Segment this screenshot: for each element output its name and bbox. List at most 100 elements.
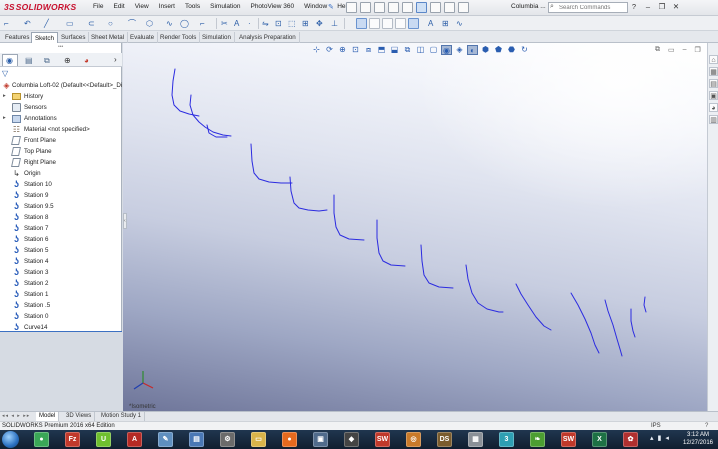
menu-view[interactable]: View bbox=[130, 3, 154, 10]
expand-arrow-icon[interactable]: ▸ bbox=[3, 91, 6, 102]
offset-icon[interactable]: ⊡ bbox=[275, 18, 282, 29]
tree-item-right-plane[interactable]: Right Plane bbox=[0, 157, 122, 168]
spline-icon[interactable]: ∿ bbox=[166, 18, 173, 29]
calculator-icon[interactable]: ▦ bbox=[468, 432, 483, 447]
unity-icon[interactable]: ◆ bbox=[344, 432, 359, 447]
tab-3d-views[interactable]: 3D Views bbox=[63, 412, 96, 421]
clock[interactable]: 3:12 AM 12/27/2016 bbox=[680, 431, 716, 447]
hide-show-items-icon[interactable]: ⧉ bbox=[402, 45, 413, 55]
rapid-sketch-icon[interactable] bbox=[369, 18, 380, 29]
edit-appearance-icon[interactable]: ◫ bbox=[415, 45, 426, 55]
three-icon[interactable]: 3 bbox=[499, 432, 514, 447]
tab-surfaces[interactable]: Surfaces bbox=[58, 32, 90, 43]
convert-entities-icon[interactable]: ⬚ bbox=[288, 18, 296, 29]
solidworks-2016-icon[interactable]: SW bbox=[375, 432, 390, 447]
smart-dimension-icon[interactable]: ⌐ bbox=[4, 18, 9, 29]
tree-item-sensors[interactable]: Sensors bbox=[0, 102, 122, 113]
panel-collapse-handle[interactable]: ‹ bbox=[123, 213, 127, 229]
search-input[interactable] bbox=[559, 4, 625, 12]
display-delete-relations-icon[interactable]: ⊥ bbox=[331, 18, 338, 29]
tray-arrow-icon[interactable]: ▴ bbox=[650, 434, 654, 442]
display-style-icon[interactable]: ⬓ bbox=[389, 45, 400, 55]
tree-item-station-8[interactable]: ʖ Station 8 bbox=[0, 212, 122, 223]
line-icon[interactable]: ╱ bbox=[44, 18, 49, 29]
tree-item-station-3[interactable]: ʖ Station 3 bbox=[0, 267, 122, 278]
print-icon[interactable] bbox=[388, 2, 399, 13]
tree-item-station-0-5[interactable]: ʖ Station .5 bbox=[0, 300, 122, 311]
doc-restore-icon[interactable]: ❐ bbox=[695, 46, 701, 54]
tab-features[interactable]: Features bbox=[2, 32, 34, 43]
block-icon[interactable]: ⊞ bbox=[442, 18, 449, 29]
notepad-icon[interactable]: ✎ bbox=[158, 432, 173, 447]
tree-item-station-7[interactable]: ʖ Station 7 bbox=[0, 223, 122, 234]
tab-sheet-metal[interactable]: Sheet Metal bbox=[88, 32, 129, 43]
sketch-canvas[interactable] bbox=[123, 43, 707, 411]
realview-icon[interactable]: ◈ bbox=[454, 45, 465, 55]
network-icon[interactable]: ▮ bbox=[658, 434, 662, 442]
tree-item-top-plane[interactable]: Top Plane bbox=[0, 146, 122, 157]
section-view-icon[interactable]: ⊡ bbox=[350, 45, 361, 55]
tab-motion-study[interactable]: Motion Study 1 bbox=[98, 412, 146, 421]
monitor-icon[interactable]: ▣ bbox=[313, 432, 328, 447]
tab-sketch[interactable]: Sketch bbox=[31, 32, 58, 43]
options-icon[interactable] bbox=[458, 2, 469, 13]
zoom-to-area-icon[interactable]: ⟳ bbox=[324, 45, 335, 55]
expand-arrow-icon[interactable]: ▸ bbox=[3, 113, 6, 124]
shaded-contours-icon[interactable] bbox=[395, 18, 406, 29]
ellipse-icon[interactable]: ◯ bbox=[180, 18, 189, 29]
ds-icon[interactable]: DS bbox=[437, 432, 452, 447]
tree-item-station-0[interactable]: ʖ Station 0 bbox=[0, 311, 122, 322]
polygon-icon[interactable]: ⬡ bbox=[146, 18, 153, 29]
design-library-icon[interactable]: ▦ bbox=[709, 67, 718, 76]
tree-item-origin[interactable]: ↳ Origin bbox=[0, 168, 122, 179]
tree-item-front-plane[interactable]: Front Plane bbox=[0, 135, 122, 146]
linear-pattern-icon[interactable]: ⊞ bbox=[302, 18, 309, 29]
tab-display-manager[interactable]: ◕ bbox=[80, 54, 96, 66]
cartoon-icon[interactable]: ⬣ bbox=[506, 45, 517, 55]
save-icon[interactable] bbox=[374, 2, 385, 13]
text-icon[interactable]: A bbox=[234, 18, 239, 29]
tree-item-station-1[interactable]: ʖ Station 1 bbox=[0, 289, 122, 300]
chrome-icon[interactable]: ● bbox=[34, 432, 49, 447]
panel-grip[interactable]: ••• bbox=[58, 44, 64, 50]
tab-evaluate[interactable]: Evaluate bbox=[127, 32, 159, 43]
menu-tools[interactable]: Tools bbox=[180, 3, 205, 10]
filezilla-icon[interactable]: Fz bbox=[65, 432, 80, 447]
open-icon[interactable] bbox=[360, 2, 371, 13]
tree-item-material[interactable]: ☷ Material <not specified> bbox=[0, 124, 122, 135]
explorer-icon[interactable]: ▭ bbox=[251, 432, 266, 447]
menu-simulation[interactable]: Simulation bbox=[205, 3, 245, 10]
excel-icon[interactable]: X bbox=[592, 432, 607, 447]
exit-sketch-icon[interactable] bbox=[408, 18, 419, 29]
menu-photoview[interactable]: PhotoView 360 bbox=[245, 3, 299, 10]
tree-item-station-10[interactable]: ʖ Station 10 bbox=[0, 179, 122, 190]
new-document-icon[interactable] bbox=[346, 2, 357, 13]
move-icon[interactable]: ✥ bbox=[316, 18, 323, 29]
acrobat-icon[interactable]: A bbox=[127, 432, 142, 447]
tab-feature-manager[interactable]: ◉ bbox=[2, 54, 18, 66]
record-icon[interactable]: ✿ bbox=[623, 432, 638, 447]
menu-edit[interactable]: Edit bbox=[108, 3, 129, 10]
firefox-icon[interactable]: ● bbox=[282, 432, 297, 447]
close-icon[interactable]: ✕ bbox=[672, 2, 680, 11]
view-palette-icon[interactable]: ▣ bbox=[709, 91, 718, 100]
tree-item-station-5[interactable]: ʖ Station 5 bbox=[0, 245, 122, 256]
help-icon[interactable]: ? bbox=[630, 2, 638, 11]
target-icon[interactable]: ◎ bbox=[406, 432, 421, 447]
point-icon[interactable]: · bbox=[248, 18, 251, 29]
start-button[interactable] bbox=[2, 431, 19, 448]
tab-property-manager[interactable]: ▤ bbox=[21, 54, 37, 66]
fillet-icon[interactable]: ⌐ bbox=[200, 18, 205, 29]
sketch-icon[interactable]: ↶ bbox=[24, 18, 31, 29]
tab-dimxpert-manager[interactable]: ⊕ bbox=[60, 54, 76, 66]
split-icon[interactable]: ▭ bbox=[668, 46, 675, 54]
pin-icon[interactable]: ✎ bbox=[328, 3, 334, 11]
tab-configuration-manager[interactable]: ⧉ bbox=[40, 54, 56, 66]
tree-item-history[interactable]: ▸ History bbox=[0, 91, 122, 102]
custom-properties-icon[interactable]: ▥ bbox=[709, 115, 718, 124]
select-icon[interactable] bbox=[416, 2, 427, 13]
instant2d-icon[interactable] bbox=[382, 18, 393, 29]
upwork-icon[interactable]: U bbox=[96, 432, 111, 447]
perspective-icon[interactable]: ⬟ bbox=[493, 45, 504, 55]
apply-scene-icon[interactable]: ▢ bbox=[428, 45, 439, 55]
